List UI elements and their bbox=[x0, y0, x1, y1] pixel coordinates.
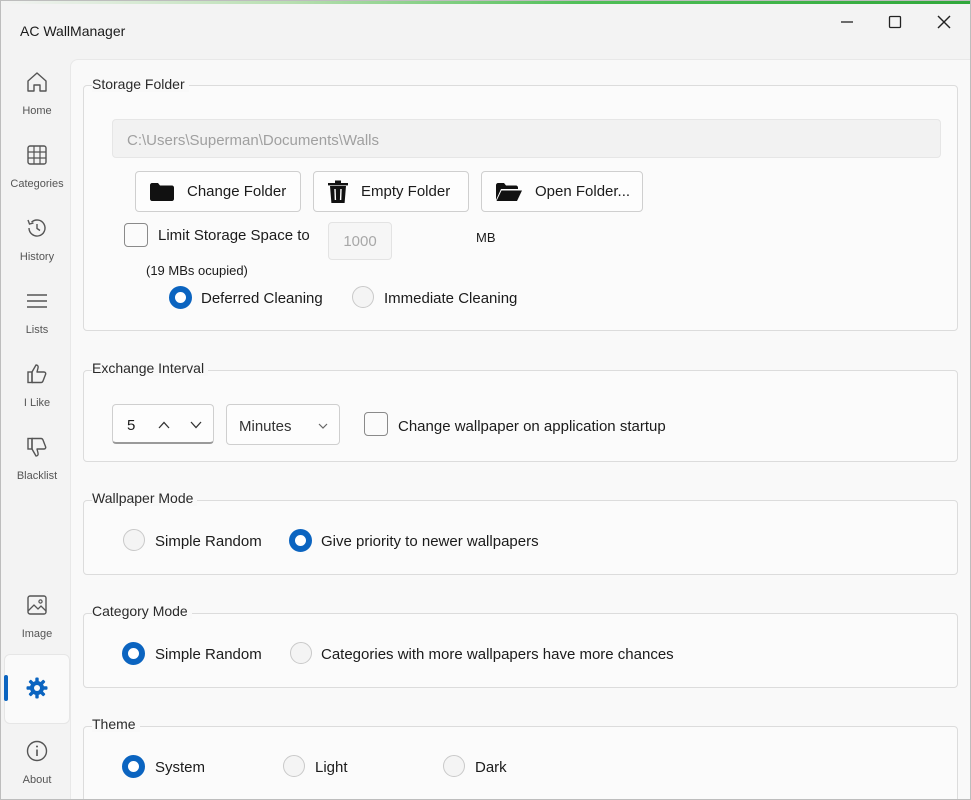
chevron-up-icon[interactable] bbox=[154, 415, 174, 435]
home-icon bbox=[24, 69, 50, 95]
sidebar-item-i-like[interactable]: I Like bbox=[4, 355, 70, 425]
storage-occupied-text: (19 MBs ocupied) bbox=[146, 263, 248, 278]
app-title: AC WallManager bbox=[20, 23, 126, 39]
wallpaper-mode-label: Wallpaper Mode bbox=[92, 490, 198, 506]
interval-number-box[interactable]: 5 bbox=[112, 404, 214, 444]
category-mode-label: Category Mode bbox=[92, 603, 192, 619]
close-button[interactable] bbox=[921, 7, 967, 37]
minimize-button[interactable] bbox=[824, 7, 870, 37]
sidebar-item-label: Lists bbox=[25, 324, 49, 336]
chevron-down-icon[interactable] bbox=[186, 415, 206, 435]
maximize-icon bbox=[888, 15, 902, 29]
change-folder-label: Change Folder bbox=[187, 183, 287, 200]
startup-change-checkbox[interactable] bbox=[364, 412, 388, 436]
startup-change-label: Change wallpaper on application startup bbox=[398, 418, 666, 435]
limit-storage-label: Limit Storage Space to bbox=[158, 227, 310, 244]
storage-path-field[interactable]: C:\Users\Superman\Documents\Walls bbox=[112, 119, 941, 158]
thumbs-up-icon bbox=[24, 361, 50, 387]
sidebar-item-label: Categories bbox=[10, 178, 64, 190]
interval-unit-value: Minutes bbox=[239, 418, 292, 435]
info-icon bbox=[24, 738, 50, 764]
maximize-button[interactable] bbox=[872, 7, 918, 37]
close-icon bbox=[937, 15, 951, 29]
immediate-cleaning-label: Immediate Cleaning bbox=[384, 290, 518, 307]
sidebar-item-image[interactable]: Image bbox=[4, 586, 70, 656]
limit-storage-checkbox[interactable] bbox=[124, 223, 148, 247]
sidebar-item-history[interactable]: History bbox=[4, 209, 70, 279]
empty-folder-button[interactable]: Empty Folder bbox=[313, 171, 469, 212]
sidebar-item-categories[interactable]: Categories bbox=[4, 136, 70, 206]
category-mode-simple-random-radio[interactable] bbox=[122, 642, 145, 665]
empty-folder-label: Empty Folder bbox=[361, 183, 451, 200]
sidebar-item-label: I Like bbox=[23, 397, 51, 409]
sidebar-item-blacklist[interactable]: Blacklist bbox=[4, 428, 70, 498]
wallpaper-mode-newer-label: Give priority to newer wallpapers bbox=[321, 533, 539, 550]
deferred-cleaning-label: Deferred Cleaning bbox=[201, 290, 323, 307]
interval-unit-select[interactable]: Minutes bbox=[226, 404, 340, 445]
sidebar-item-lists[interactable]: Lists bbox=[4, 282, 70, 352]
exchange-interval-group bbox=[83, 370, 958, 462]
trash-icon bbox=[327, 180, 349, 204]
history-icon bbox=[24, 215, 50, 241]
storage-limit-unit: MB bbox=[476, 230, 496, 245]
theme-label: Theme bbox=[92, 716, 140, 732]
theme-light-label: Light bbox=[315, 759, 348, 776]
open-folder-label: Open Folder... bbox=[535, 183, 631, 200]
category-mode-weighted-radio[interactable] bbox=[290, 642, 312, 664]
sidebar-item-label: History bbox=[19, 251, 55, 263]
category-mode-simple-random-label: Simple Random bbox=[155, 646, 262, 663]
theme-dark-label: Dark bbox=[475, 759, 507, 776]
change-folder-button[interactable]: Change Folder bbox=[135, 171, 301, 212]
storage-folder-label: Storage Folder bbox=[92, 76, 189, 92]
immediate-cleaning-radio[interactable] bbox=[352, 286, 374, 308]
grid-icon bbox=[24, 142, 50, 168]
storage-limit-input[interactable]: 1000 bbox=[328, 222, 392, 260]
theme-group bbox=[83, 726, 958, 799]
wallpaper-mode-simple-random-radio[interactable] bbox=[123, 529, 145, 551]
title-bar: AC WallManager bbox=[1, 1, 970, 59]
chevron-down-icon bbox=[316, 419, 330, 433]
folder-icon bbox=[149, 182, 175, 202]
image-icon bbox=[24, 592, 50, 618]
minimize-icon bbox=[841, 21, 853, 23]
interval-value: 5 bbox=[127, 417, 136, 434]
gear-icon bbox=[24, 675, 50, 701]
theme-dark-radio[interactable] bbox=[443, 755, 465, 777]
sidebar-item-label: About bbox=[22, 774, 52, 786]
sidebar-item-home[interactable]: Home bbox=[4, 63, 70, 133]
category-mode-weighted-label: Categories with more wallpapers have mor… bbox=[321, 646, 674, 663]
sidebar-active-indicator bbox=[4, 675, 8, 701]
app-window: AC WallManager Home Categories History L… bbox=[0, 0, 971, 800]
sidebar-item-label: Blacklist bbox=[16, 470, 58, 482]
sidebar-item-about[interactable]: About bbox=[4, 732, 70, 799]
deferred-cleaning-radio[interactable] bbox=[169, 286, 192, 309]
sidebar-item-settings[interactable] bbox=[4, 654, 70, 724]
folder-open-icon bbox=[495, 182, 523, 202]
theme-system-radio[interactable] bbox=[122, 755, 145, 778]
wallpaper-mode-newer-radio[interactable] bbox=[289, 529, 312, 552]
theme-light-radio[interactable] bbox=[283, 755, 305, 777]
sidebar-item-label: Home bbox=[22, 105, 52, 117]
theme-system-label: System bbox=[155, 759, 206, 776]
open-folder-button[interactable]: Open Folder... bbox=[481, 171, 643, 212]
wallpaper-mode-simple-random-label: Simple Random bbox=[155, 533, 262, 550]
exchange-interval-label: Exchange Interval bbox=[92, 360, 209, 376]
list-icon bbox=[24, 288, 50, 314]
sidebar-item-label: Image bbox=[21, 628, 53, 640]
thumbs-down-icon bbox=[24, 434, 50, 460]
